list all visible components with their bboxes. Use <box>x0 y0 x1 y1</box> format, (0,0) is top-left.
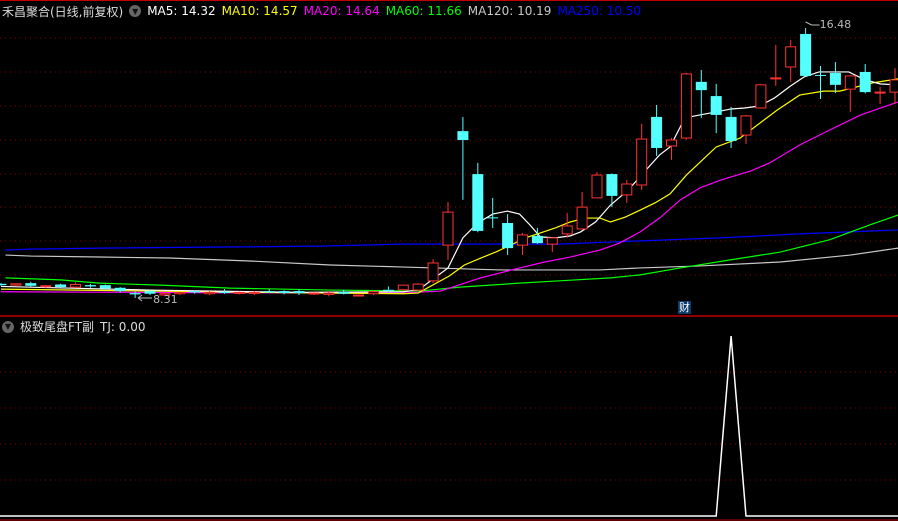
candle-down <box>189 291 201 293</box>
candle-up <box>233 291 245 294</box>
candle-up <box>517 234 528 246</box>
high-price-label: 16.48 <box>820 18 852 31</box>
stock-title: 禾昌聚合(日线,前复权) <box>2 4 124 19</box>
chevron-down-icon[interactable]: ▼ <box>2 320 14 333</box>
ma5-label: MA5: 14.32 <box>147 4 216 18</box>
candle-down <box>815 74 826 76</box>
candle-down <box>382 289 394 292</box>
chevron-down-icon[interactable]: ▼ <box>129 5 142 17</box>
candle-down <box>0 283 7 286</box>
indicator-title: 极致尾盘FT副 <box>20 320 95 334</box>
candle-down <box>859 71 871 93</box>
candle-down <box>338 291 350 294</box>
high-arrow-icon <box>805 21 820 26</box>
candle-down <box>278 291 290 294</box>
candle-up <box>591 174 603 199</box>
candle-up <box>70 283 81 288</box>
candle-down <box>114 287 126 292</box>
candle-up <box>561 225 573 235</box>
candle-up <box>308 292 320 295</box>
main-chart-header: 禾昌聚合(日线,前复权) ▼ MA5: 14.32 MA10: 14.57 MA… <box>2 3 641 19</box>
candle-down <box>487 217 499 219</box>
candle-down <box>695 81 707 91</box>
candle-down <box>710 96 722 115</box>
ma-line-ma120 <box>5 247 898 271</box>
candle-down <box>800 33 812 76</box>
candle-up <box>323 292 335 295</box>
candle-up <box>412 283 424 291</box>
candle-down <box>219 291 230 294</box>
candle-up <box>770 77 782 80</box>
candle-down <box>84 285 96 287</box>
candle-up <box>427 262 439 282</box>
ma120-label: MA120: 10.19 <box>467 4 552 18</box>
ma20-label: MA20: 14.64 <box>303 4 380 18</box>
finance-marker[interactable]: 财 <box>678 301 691 314</box>
candle-up <box>442 211 454 246</box>
candle-down <box>725 116 737 142</box>
candle-down <box>829 72 841 85</box>
candle-down <box>606 174 618 196</box>
candle-up <box>353 294 365 297</box>
low-arrow-icon <box>137 294 153 302</box>
tj-line <box>0 335 898 517</box>
candle-up <box>889 79 898 93</box>
candle-down <box>129 293 141 295</box>
candle-up <box>10 283 22 286</box>
candle-up <box>666 139 677 147</box>
candle-down <box>25 283 37 286</box>
candle-up <box>546 237 558 245</box>
ma10-label: MA10: 14.57 <box>221 4 298 18</box>
candle-up <box>248 291 260 294</box>
tj-value: TJ: 0.00 <box>100 319 146 334</box>
candle-down <box>263 291 275 293</box>
candle-down <box>99 285 111 289</box>
candle-down <box>531 235 543 244</box>
candle-up <box>40 285 52 288</box>
candle-up <box>397 284 409 291</box>
ma250-label: MA250: 10.50 <box>557 4 642 18</box>
candle-up <box>576 206 588 230</box>
candle-up <box>204 291 216 295</box>
candle-down <box>55 284 67 288</box>
candle-up <box>785 46 797 68</box>
candle-up <box>368 291 379 295</box>
sub-chart-header: ▼ 极致尾盘FT副 TJ: 0.00 <box>2 318 145 335</box>
candle-up <box>755 84 767 109</box>
ma-line-ma10 <box>0 78 898 295</box>
candle-up <box>621 183 633 196</box>
candle-down <box>502 222 514 249</box>
candle-down <box>293 291 305 294</box>
candle-down <box>472 174 484 231</box>
candle-up <box>680 73 692 139</box>
candle-up <box>636 138 648 186</box>
kline-chart[interactable]: 16.48 8.31 <box>0 0 898 521</box>
ma60-label: MA60: 11.66 <box>385 4 462 18</box>
candle-down <box>457 131 469 141</box>
candle-up <box>874 91 886 94</box>
candle-up <box>844 75 856 90</box>
candle-up <box>740 115 752 136</box>
low-price-label: 8.31 <box>153 293 178 306</box>
candle-down <box>651 116 663 148</box>
